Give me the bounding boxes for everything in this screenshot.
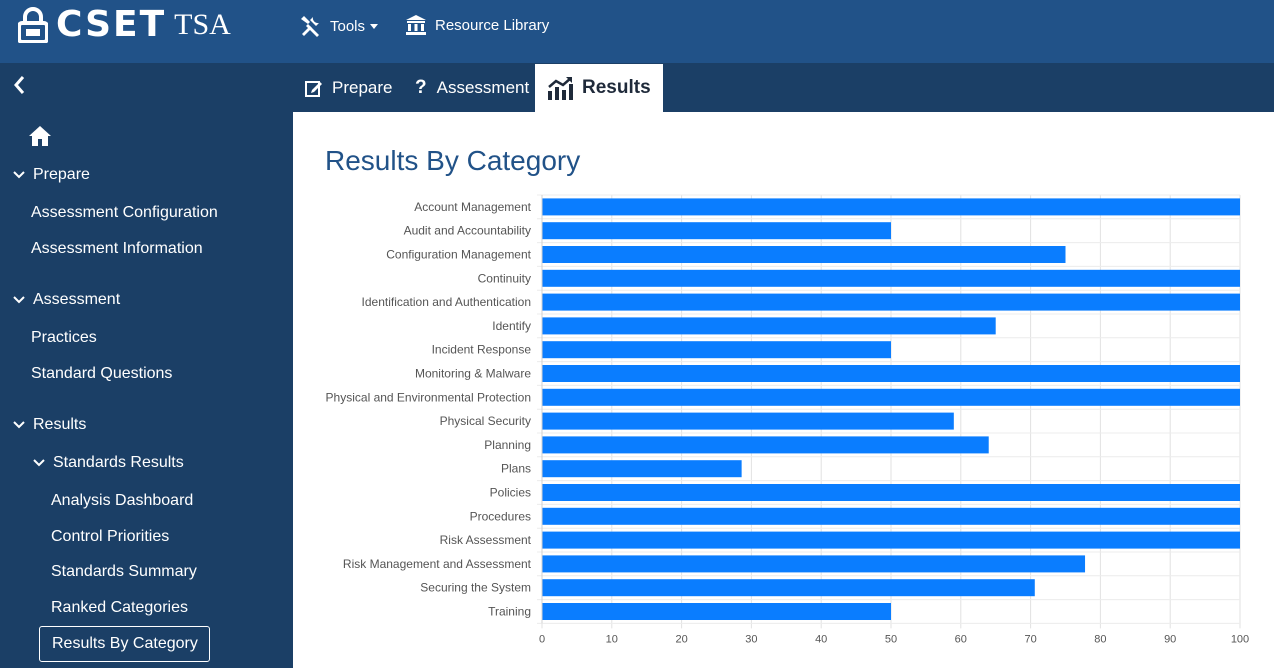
x-tick-label: 40 [815,633,827,645]
sidebar: Prepare Assessment Configuration Assessm… [0,112,293,668]
library-icon [406,15,426,35]
bar [542,555,1086,573]
category-label: Training [488,605,531,619]
sidebar-item-assessment-configuration[interactable]: Assessment Configuration [31,204,218,222]
category-label: Account Management [414,200,531,214]
category-label: Audit and Accountability [404,224,531,238]
sidebar-item-results-by-category[interactable]: Results By Category [39,626,210,662]
category-label: Identification and Authentication [362,295,531,309]
bar [542,603,891,620]
bar [542,388,1240,406]
sidebar-section-standards-results[interactable]: Standards Results [33,454,184,472]
category-label: Risk Assessment [440,533,532,547]
category-label: Monitoring & Malware [415,367,531,381]
category-label: Planning [484,438,531,452]
chevron-down-icon [370,23,379,29]
x-tick-label: 60 [955,633,967,645]
logo-text: CSET [56,4,167,45]
x-tick-label: 80 [1094,633,1106,645]
sidebar-section-prepare[interactable]: Prepare [13,166,90,184]
tab-prepare-label: Prepare [332,77,393,97]
results-by-category-chart: 0 10 20 30 40 50 60 70 80 90 100 Account Management… [326,194,1249,645]
category-label: Securing the System [420,581,531,595]
bar [542,484,1240,501]
category-label: Configuration Management [386,248,531,262]
category-label: Physical and Environmental Protection [326,390,531,404]
x-tick-label: 0 [539,633,545,645]
category-label: Policies [490,486,531,500]
sidebar-section-label: Prepare [33,166,90,183]
category-label: Procedures [470,509,531,523]
edit-icon [305,80,322,97]
sidebar-item-ranked-categories[interactable]: Ranked Categories [51,599,188,617]
bar [542,246,1066,263]
bar [542,531,1240,549]
secondary-navbar: Prepare ? Assessment Results [0,63,1274,112]
x-tick-label: 70 [1024,633,1036,645]
x-tick-label: 30 [745,633,757,645]
resource-library-link[interactable]: Resource Library [405,14,549,36]
chevron-down-icon [33,459,45,467]
bar [542,460,742,478]
sidebar-item-control-priorities[interactable]: Control Priorities [51,528,169,546]
chevron-down-icon [13,171,25,179]
bar [542,222,891,240]
bar [542,507,1240,525]
tools-label: Tools [330,17,366,35]
tab-prepare[interactable]: Prepare [293,63,404,112]
category-label: Risk Management and Assessment [343,557,532,571]
bar [542,198,1240,216]
sidebar-section-label: Standards Results [53,454,184,471]
x-tick-label: 90 [1164,633,1176,645]
bar [542,317,996,335]
chevron-down-icon [13,421,25,429]
tab-assessment[interactable]: ? Assessment [403,63,541,112]
sidebar-item-assessment-information[interactable]: Assessment Information [31,240,203,258]
category-label: Physical Security [440,414,531,428]
chart-line-icon [548,77,573,100]
main-content: Results By Category 0 10 20 30 40 50 60 70 80 90 1… [293,112,1274,668]
padlock-logo-icon [18,7,48,43]
category-label: Continuity [478,271,531,285]
category-label: Identify [492,319,531,333]
sidebar-item-standard-questions[interactable]: Standard Questions [31,365,172,383]
category-label: Incident Response [432,343,532,357]
sidebar-section-label: Assessment [33,291,121,308]
sidebar-section-assessment[interactable]: Assessment [13,291,120,309]
tools-icon [301,16,319,37]
cset-logo[interactable]: CSET TSA [18,5,231,45]
logo-suffix: TSA [174,8,231,41]
chevron-left-icon[interactable] [10,73,30,97]
tools-menu[interactable]: Tools [298,14,379,38]
question-icon: ? [415,76,427,98]
bar [542,269,1240,287]
tab-assessment-label: Assessment [436,77,530,97]
bar [542,293,1240,311]
bar [542,341,891,359]
bar [542,365,1240,382]
home-icon[interactable] [28,125,52,147]
x-tick-label: 100 [1231,633,1249,645]
sidebar-section-label: Results [33,416,87,433]
top-navbar: CSET TSA Tools Resource Library [0,0,1274,63]
bar [542,579,1035,597]
x-tick-label: 50 [885,633,897,645]
sidebar-item-standards-summary[interactable]: Standards Summary [51,563,197,581]
tab-results[interactable]: Results [535,64,663,112]
library-label: Resource Library [435,16,550,34]
x-tick-label: 20 [675,633,687,645]
sidebar-item-analysis-dashboard[interactable]: Analysis Dashboard [51,492,193,510]
chevron-down-icon [13,296,25,304]
x-tick-label: 10 [606,633,618,645]
sidebar-section-results[interactable]: Results [13,416,86,434]
tab-results-label: Results [582,77,651,98]
bar [542,412,954,430]
category-label: Plans [501,462,531,476]
bar [542,436,989,454]
sidebar-item-practices[interactable]: Practices [31,329,97,347]
